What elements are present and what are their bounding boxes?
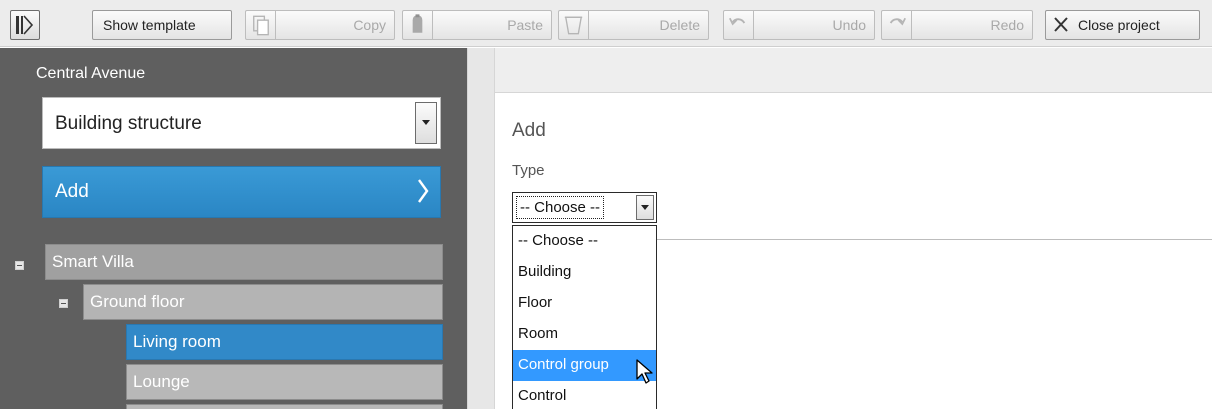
tree-item-lounge[interactable]: Lounge xyxy=(126,364,443,400)
option-room[interactable]: Room xyxy=(513,319,656,350)
close-icon xyxy=(1054,17,1068,32)
tree-item-label: Living room xyxy=(133,332,221,351)
sidebar: Central Avenue Building structure Add Sm… xyxy=(0,48,467,409)
tree-item-partial[interactable] xyxy=(126,404,443,409)
option-building[interactable]: Building xyxy=(513,257,656,288)
toolbar: Show template Copy Paste Delete Undo Red… xyxy=(0,0,1212,47)
form-divider xyxy=(657,239,1212,240)
close-project-label: Close project xyxy=(1078,17,1160,33)
type-select[interactable]: -- Choose -- xyxy=(512,192,657,223)
view-select-arrow[interactable] xyxy=(415,102,437,144)
redo-button[interactable]: Redo xyxy=(881,10,1033,40)
tree-item-label: Lounge xyxy=(133,372,190,391)
tree-item-ground-floor[interactable]: Ground floor xyxy=(83,284,443,320)
chevron-down-icon xyxy=(641,205,649,210)
trash-icon xyxy=(564,10,589,40)
content-header xyxy=(495,48,1212,93)
tree-item-living-room[interactable]: Living room xyxy=(126,324,443,360)
panel-divider[interactable] xyxy=(467,48,495,409)
sidebar-toggle-button[interactable] xyxy=(10,10,40,40)
add-button-label: Add xyxy=(55,181,89,202)
tree-item-smart-villa[interactable]: Smart Villa xyxy=(45,244,443,280)
form-title: Add xyxy=(512,120,546,141)
paste-icon xyxy=(412,10,433,40)
redo-icon xyxy=(889,10,912,40)
sidebar-toggle-icon xyxy=(16,15,34,35)
option-choose[interactable]: -- Choose -- xyxy=(513,226,656,257)
undo-icon xyxy=(729,10,754,40)
show-template-label: Show template xyxy=(103,17,196,33)
chevron-down-icon xyxy=(422,120,430,125)
undo-label: Undo xyxy=(832,17,866,33)
view-select[interactable]: Building structure xyxy=(42,97,441,149)
delete-button[interactable]: Delete xyxy=(558,10,709,40)
view-select-value: Building structure xyxy=(55,113,202,134)
tree-item-label: Smart Villa xyxy=(52,252,134,271)
type-select-arrow[interactable] xyxy=(636,195,654,220)
project-title: Central Avenue xyxy=(36,65,146,82)
delete-label: Delete xyxy=(659,17,700,33)
redo-label: Redo xyxy=(990,17,1024,33)
option-floor[interactable]: Floor xyxy=(513,288,656,319)
collapse-icon[interactable] xyxy=(59,299,68,308)
copy-icon xyxy=(253,10,276,40)
type-label: Type xyxy=(512,162,545,179)
add-button[interactable]: Add xyxy=(42,166,441,218)
copy-label: Copy xyxy=(353,17,386,33)
chevron-right-icon xyxy=(418,179,429,203)
undo-button[interactable]: Undo xyxy=(723,10,875,40)
close-project-button[interactable]: Close project xyxy=(1045,10,1200,40)
paste-button[interactable]: Paste xyxy=(402,10,552,40)
collapse-icon[interactable] xyxy=(15,261,24,270)
type-select-value: -- Choose -- xyxy=(516,196,605,219)
copy-button[interactable]: Copy xyxy=(245,10,395,40)
mouse-pointer-icon xyxy=(636,359,653,384)
tree-item-label: Ground floor xyxy=(90,292,185,311)
paste-label: Paste xyxy=(507,17,543,33)
show-template-button[interactable]: Show template xyxy=(92,10,232,40)
